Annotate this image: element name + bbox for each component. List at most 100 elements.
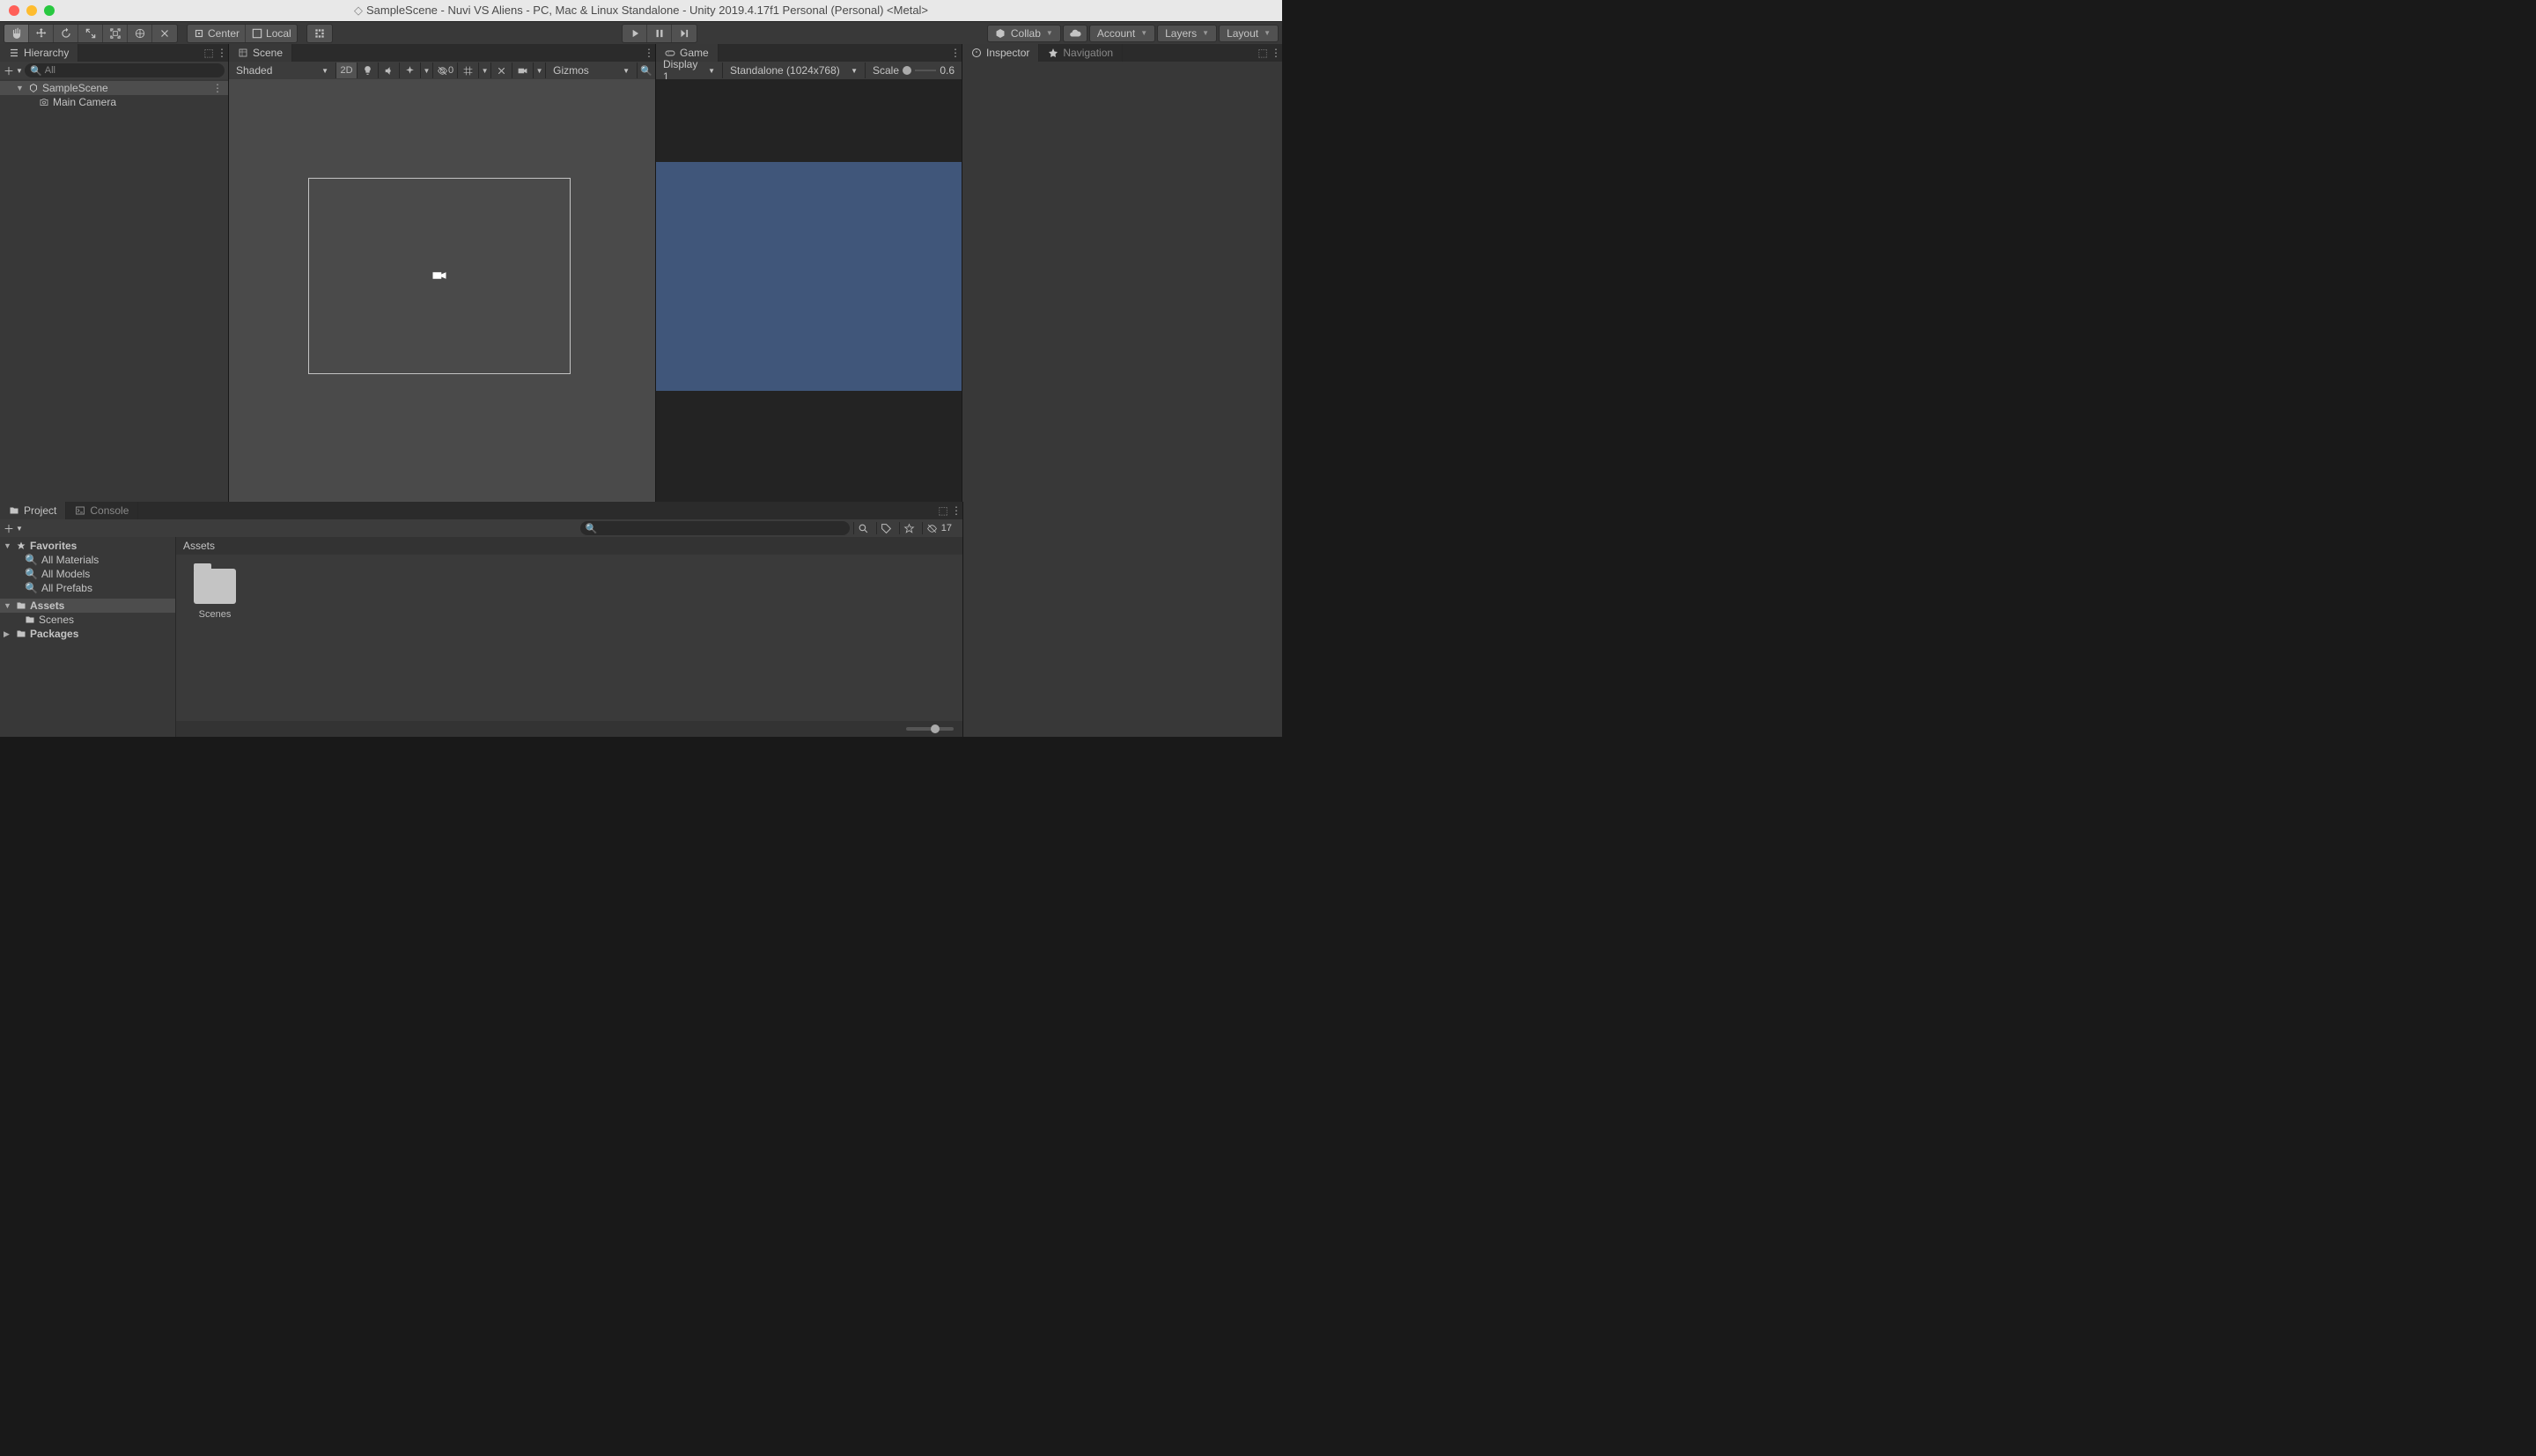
search-by-label-button[interactable] xyxy=(876,522,896,534)
pivot-rotation-button[interactable]: Local xyxy=(246,25,297,42)
tab-inspector[interactable]: Inspector xyxy=(962,44,1039,62)
step-button[interactable] xyxy=(672,25,697,42)
thumbnail-size-slider[interactable] xyxy=(906,727,954,731)
project-grid[interactable]: Scenes xyxy=(176,555,962,721)
tab-navigation[interactable]: Navigation xyxy=(1039,44,1123,62)
2d-toggle-button[interactable]: 2D xyxy=(336,63,358,78)
close-window-button[interactable] xyxy=(9,5,19,16)
scene-camera-dropdown[interactable]: ▼ xyxy=(534,63,546,78)
panel-menu-button[interactable]: ⋮ xyxy=(643,44,655,62)
play-button[interactable] xyxy=(623,25,647,42)
effects-dropdown[interactable]: ▼ xyxy=(421,63,433,78)
transform-tool-button[interactable] xyxy=(128,25,152,42)
camera-icon[interactable] xyxy=(431,269,447,282)
cloud-button[interactable] xyxy=(1063,25,1087,42)
slider-track xyxy=(915,70,936,71)
search-icon: 🔍 xyxy=(586,523,598,534)
collab-dropdown[interactable]: Collab▼ xyxy=(987,25,1061,42)
gameobject-row[interactable]: Main Camera xyxy=(0,95,228,109)
panel-menu-button[interactable]: ⋮ xyxy=(216,44,228,62)
scale-slider[interactable]: Scale 0.6 xyxy=(866,63,962,78)
snap-group xyxy=(306,24,333,43)
grid-snap-button[interactable] xyxy=(307,25,332,42)
minimize-window-button[interactable] xyxy=(26,5,37,16)
account-dropdown[interactable]: Account▼ xyxy=(1089,25,1155,42)
gizmos-dropdown[interactable]: Gizmos▼ xyxy=(546,63,638,78)
save-search-button[interactable] xyxy=(899,522,918,534)
scene-panel: Scene ⋮ Shaded▼ 2D ▼ 0 ▼ ▼ Gizmos▼ 🔍 xyxy=(229,44,656,502)
scale-label: Scale xyxy=(873,64,899,77)
lock-icon[interactable]: ⬚ xyxy=(1256,44,1270,62)
game-viewport[interactable] xyxy=(656,79,962,502)
macos-titlebar: ◇SampleScene - Nuvi VS Aliens - PC, Mac … xyxy=(0,0,1282,21)
scale-value: 0.6 xyxy=(940,64,955,77)
rotate-tool-button[interactable] xyxy=(54,25,78,42)
asset-item-folder[interactable]: Scenes xyxy=(187,565,243,620)
scene-tools-button[interactable] xyxy=(491,63,512,78)
game-render-output xyxy=(656,162,962,391)
tab-hierarchy[interactable]: Hierarchy xyxy=(0,44,78,62)
effects-toggle-button[interactable] xyxy=(400,63,421,78)
scale-tool-button[interactable] xyxy=(78,25,103,42)
tab-console[interactable]: Console xyxy=(66,502,138,519)
lock-icon[interactable]: ⬚ xyxy=(202,44,216,62)
maximize-window-button[interactable] xyxy=(44,5,55,16)
display-dropdown[interactable]: Display 1▼ xyxy=(656,63,723,78)
favorite-item[interactable]: 🔍All Materials xyxy=(0,553,175,567)
audio-toggle-button[interactable] xyxy=(379,63,400,78)
scene-grid-button[interactable] xyxy=(458,63,479,78)
custom-tools-button[interactable] xyxy=(152,25,177,42)
panel-menu-button[interactable]: ⋮ xyxy=(950,502,962,519)
assets-row[interactable]: ▼Assets xyxy=(0,599,175,613)
hidden-packages-button[interactable]: 17 xyxy=(922,522,959,534)
shading-mode-dropdown[interactable]: Shaded▼ xyxy=(229,63,336,78)
panel-menu-button[interactable]: ⋮ xyxy=(1270,44,1282,62)
kebab-icon[interactable]: ⋮ xyxy=(212,82,223,94)
pause-button[interactable] xyxy=(647,25,672,42)
aspect-dropdown[interactable]: Standalone (1024x768)▼ xyxy=(723,63,866,78)
scene-viewport[interactable] xyxy=(229,79,655,502)
game-toolbar: Display 1▼ Standalone (1024x768)▼ Scale … xyxy=(656,62,962,79)
favorites-row[interactable]: ▼Favorites xyxy=(0,539,175,553)
search-by-type-button[interactable] xyxy=(853,522,873,534)
layout-dropdown[interactable]: Layout▼ xyxy=(1219,25,1279,42)
hidden-objects-button[interactable]: 0 xyxy=(433,63,458,78)
project-create-dropdown[interactable]: ＋▼ xyxy=(4,521,21,536)
window-title: ◇SampleScene - Nuvi VS Aliens - PC, Mac … xyxy=(0,4,1282,18)
layers-dropdown[interactable]: Layers▼ xyxy=(1157,25,1217,42)
project-tree[interactable]: ▼Favorites 🔍All Materials 🔍All Models 🔍A… xyxy=(0,537,176,737)
tree-item-label: Main Camera xyxy=(53,96,116,108)
slider-thumb[interactable] xyxy=(931,724,940,733)
scene-grid-dropdown[interactable]: ▼ xyxy=(479,63,491,78)
scene-camera-button[interactable] xyxy=(512,63,534,78)
packages-row[interactable]: ▶Packages xyxy=(0,627,175,641)
pivot-mode-button[interactable]: Center xyxy=(188,25,246,42)
project-footer xyxy=(176,721,962,737)
project-breadcrumb[interactable]: Assets xyxy=(176,537,962,555)
move-tool-button[interactable] xyxy=(29,25,54,42)
hierarchy-tree[interactable]: ▼ SampleScene ⋮ Main Camera xyxy=(0,79,228,502)
favorite-item[interactable]: 🔍All Prefabs xyxy=(0,581,175,595)
favorite-item[interactable]: 🔍All Models xyxy=(0,567,175,581)
hand-tool-button[interactable] xyxy=(4,25,29,42)
panel-menu-button[interactable]: ⋮ xyxy=(949,44,962,62)
create-dropdown[interactable]: ＋▼ xyxy=(4,63,21,78)
inspector-panel: Inspector Navigation ⬚ ⋮ xyxy=(962,44,1282,502)
folder-row[interactable]: Scenes xyxy=(0,613,175,627)
play-controls xyxy=(622,24,697,43)
folder-icon xyxy=(16,600,26,611)
project-search[interactable]: 🔍 xyxy=(580,521,850,535)
slider-thumb[interactable] xyxy=(903,66,911,75)
scene-root-row[interactable]: ▼ SampleScene ⋮ xyxy=(0,81,228,95)
hierarchy-panel: Hierarchy ⬚ ⋮ ＋▼ 🔍 All ▼ SampleScene ⋮ M… xyxy=(0,44,229,502)
scene-search-button[interactable]: 🔍 xyxy=(638,63,655,78)
hierarchy-search[interactable]: 🔍 All xyxy=(25,63,225,77)
expand-arrow-icon[interactable]: ▼ xyxy=(16,84,25,92)
tab-project[interactable]: Project xyxy=(0,502,66,519)
rect-tool-button[interactable] xyxy=(103,25,128,42)
lighting-toggle-button[interactable] xyxy=(358,63,379,78)
pivot-group: Center Local xyxy=(187,24,298,43)
tab-scene[interactable]: Scene xyxy=(229,44,292,62)
lock-icon[interactable]: ⬚ xyxy=(936,502,950,519)
search-icon: 🔍 xyxy=(30,65,42,77)
